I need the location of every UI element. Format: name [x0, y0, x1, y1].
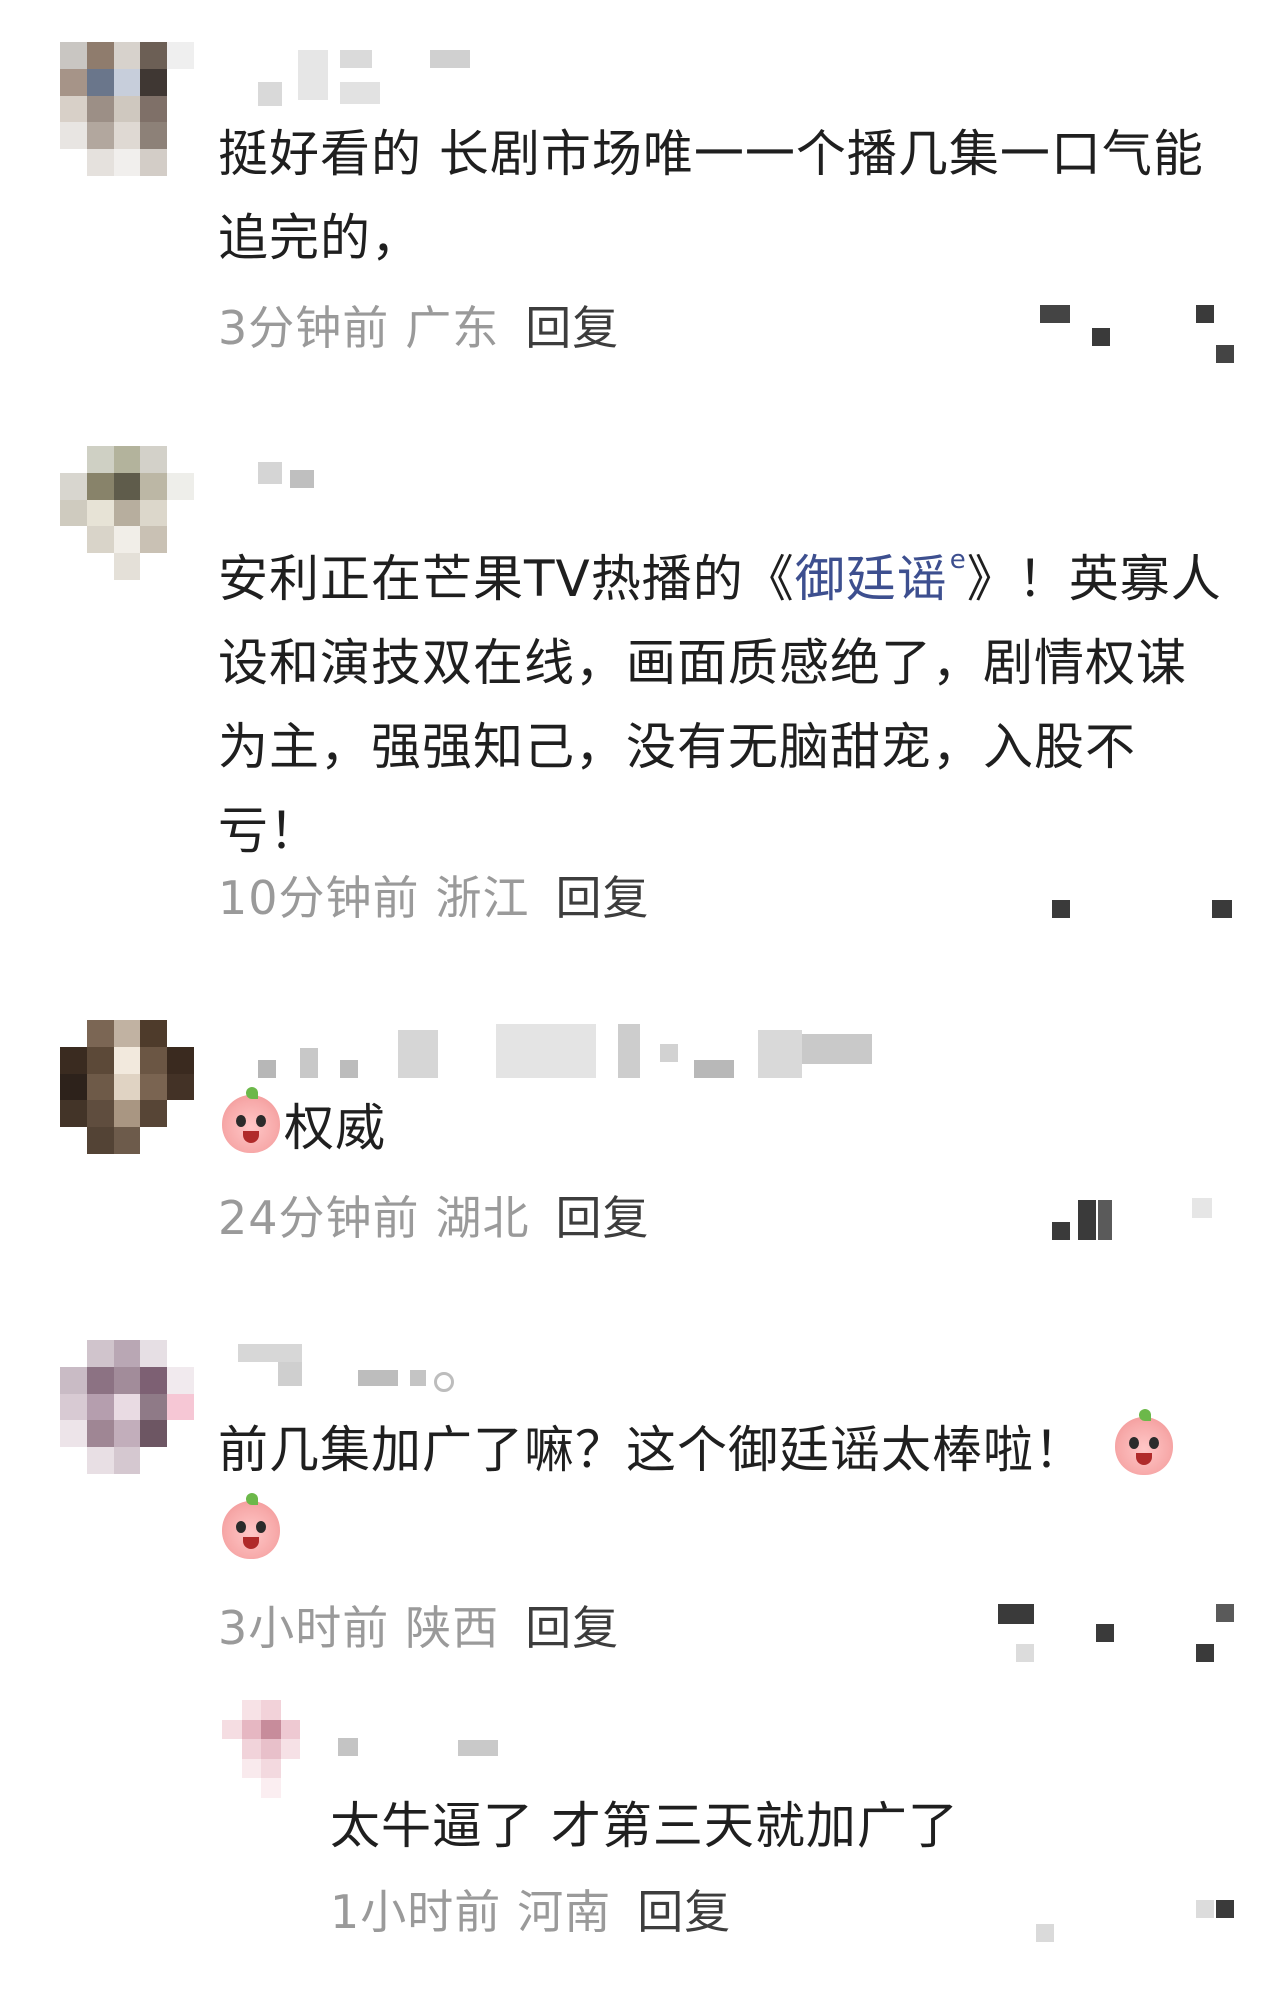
- like-area-redacted: [1192, 1198, 1212, 1218]
- comment-text-part: 前几集加广了嘛？这个御廷谣太棒啦！: [218, 1421, 1085, 1479]
- pink-bean-emoji-icon: [222, 1087, 280, 1153]
- reply-button[interactable]: 回复: [525, 301, 619, 355]
- username-redacted: [298, 50, 328, 100]
- location: 河南: [517, 1885, 612, 1939]
- comment-text: 挺好看的 长剧市场唯一一个播几集一口气能追完的，: [218, 125, 1204, 267]
- comment-meta: 24分钟前 湖北 回复: [218, 1182, 650, 1248]
- username-redacted: [398, 1030, 438, 1078]
- username-redacted: [618, 1024, 640, 1078]
- location: 陕西: [405, 1601, 500, 1655]
- username-redacted: [410, 1370, 426, 1386]
- location: 湖北: [435, 1191, 530, 1245]
- username-redacted: [340, 1060, 358, 1078]
- comment-text-part: 权威: [284, 1099, 386, 1157]
- username-redacted: [340, 50, 372, 68]
- username-redacted: [694, 1060, 734, 1078]
- like-area-redacted: [1216, 1604, 1234, 1622]
- timestamp: 3小时前: [218, 1601, 390, 1655]
- username-redacted: [430, 50, 470, 68]
- username-redacted[interactable]: [258, 82, 282, 106]
- reply-button[interactable]: 回复: [556, 1191, 650, 1245]
- avatar[interactable]: [60, 1020, 194, 1154]
- username-redacted: [802, 1034, 872, 1064]
- location: 广东: [405, 301, 500, 355]
- location: 浙江: [435, 871, 530, 925]
- username-redacted: [458, 1740, 498, 1756]
- reply-button[interactable]: 回复: [525, 1601, 619, 1655]
- comment-meta: 3分钟前 广东 回复: [218, 292, 619, 358]
- username-redacted[interactable]: [338, 1738, 358, 1756]
- reply-button[interactable]: 回复: [637, 1885, 731, 1939]
- username-redacted: [290, 470, 314, 488]
- avatar[interactable]: [60, 42, 194, 176]
- comment-text: 安利正在芒果TV热播的《御廷谣𝖾》！英寡人设和演技双在线，画面质感绝了，剧情权谋…: [218, 518, 1228, 873]
- like-area-redacted: [1016, 1644, 1034, 1662]
- like-area-redacted: [1092, 328, 1110, 346]
- username-redacted: [660, 1044, 678, 1062]
- username-redacted[interactable]: [238, 1344, 302, 1362]
- like-area-redacted[interactable]: [1052, 1222, 1070, 1240]
- reply-button[interactable]: 回复: [556, 871, 650, 925]
- like-area-redacted[interactable]: [1036, 1924, 1054, 1942]
- pink-bean-emoji-icon: [222, 1493, 280, 1559]
- timestamp: 3分钟前: [218, 301, 390, 355]
- comment-meta: 3小时前 陕西 回复: [218, 1592, 619, 1658]
- username-redacted: [496, 1024, 596, 1078]
- username-redacted: [358, 1370, 398, 1386]
- like-area-redacted: [1196, 1644, 1214, 1662]
- comment-text: 权威: [218, 1086, 386, 1170]
- search-link-icon: 𝖾: [949, 545, 967, 575]
- like-area-redacted: [1196, 305, 1214, 323]
- comment-meta: 10分钟前 浙江 回复: [218, 862, 650, 928]
- comment-text: 前几集加广了嘛？这个御廷谣太棒啦！: [218, 1408, 1218, 1576]
- username-redacted: [758, 1030, 802, 1078]
- avatar[interactable]: [222, 1700, 320, 1798]
- avatar[interactable]: [60, 1340, 194, 1474]
- pink-bean-emoji-icon: [1115, 1409, 1173, 1475]
- timestamp: 1小时前: [330, 1885, 502, 1939]
- like-area-redacted: [1212, 900, 1232, 918]
- username-redacted[interactable]: [258, 1060, 276, 1078]
- like-area-redacted: [1216, 1900, 1234, 1918]
- like-area-redacted: [1098, 1200, 1112, 1240]
- like-area-redacted: [1196, 1900, 1214, 1918]
- username-redacted: [300, 1048, 318, 1078]
- like-area-redacted: [1216, 345, 1234, 363]
- drama-link[interactable]: 御廷谣: [795, 550, 948, 608]
- like-area-redacted[interactable]: [998, 1604, 1034, 1624]
- username-redacted[interactable]: [258, 462, 282, 484]
- reply-text: 太牛逼了 才第三天就加广了: [330, 1797, 959, 1855]
- username-redacted: [340, 82, 380, 104]
- timestamp: 24分钟前: [218, 1191, 420, 1245]
- username-redacted: [278, 1362, 302, 1386]
- timestamp: 10分钟前: [218, 871, 420, 925]
- like-area-redacted: [1078, 1200, 1096, 1240]
- like-area-redacted[interactable]: [1052, 900, 1070, 918]
- avatar[interactable]: [60, 446, 194, 580]
- reply-meta: 1小时前 河南 回复: [330, 1876, 731, 1942]
- like-area-redacted[interactable]: [1040, 305, 1070, 323]
- comment-text-part: 安利正在芒果TV热播的《: [218, 550, 795, 608]
- username-redacted: [434, 1372, 454, 1392]
- like-area-redacted: [1096, 1624, 1114, 1642]
